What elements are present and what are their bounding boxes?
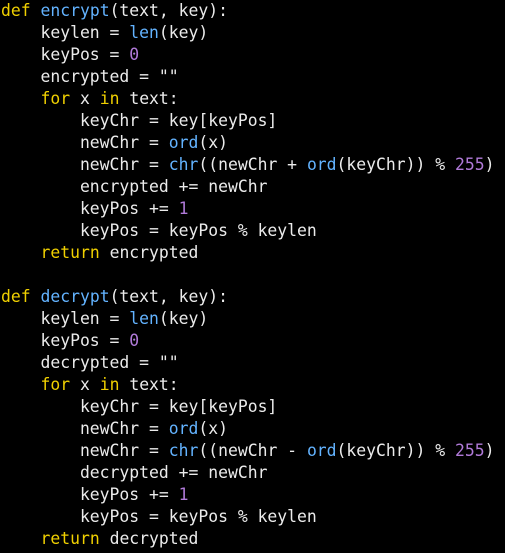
- number-token: 255: [454, 155, 485, 174]
- code-line[interactable]: ​: [0, 264, 505, 286]
- code-text: encrypted = "": [1, 67, 179, 86]
- code-line[interactable]: newChr = chr((newChr + ord(keyChr)) % 25…: [0, 154, 505, 176]
- code-line[interactable]: for x in text:: [0, 88, 505, 110]
- builtin-token: ord: [306, 441, 337, 460]
- code-text: keylen =: [1, 309, 130, 328]
- code-text: ): [484, 441, 495, 460]
- code-text: newChr =: [1, 419, 169, 438]
- keyword-token: in: [99, 89, 120, 108]
- number-token: 0: [129, 45, 140, 64]
- code-line[interactable]: keylen = len(key): [0, 308, 505, 330]
- code-text: (key): [158, 23, 209, 42]
- builtin-token: chr: [168, 441, 199, 460]
- code-line[interactable]: decrypted = "": [0, 352, 505, 374]
- code-editor[interactable]: def encrypt(text, key): keylen = len(key…: [0, 0, 505, 553]
- code-line[interactable]: keyPos = keyPos % keylen: [0, 220, 505, 242]
- code-text: ): [484, 155, 495, 174]
- code-line[interactable]: keyPos += 1: [0, 484, 505, 506]
- keyword-token: def: [1, 1, 31, 20]
- code-line[interactable]: return decrypted: [0, 528, 505, 550]
- code-line[interactable]: keyChr = key[keyPos]: [0, 396, 505, 418]
- builtin-token: len: [129, 309, 159, 328]
- code-text: newChr =: [1, 155, 169, 174]
- keyword-token: in: [99, 375, 120, 394]
- code-line[interactable]: newChr = ord(x): [0, 418, 505, 440]
- builtin-token: ord: [306, 155, 337, 174]
- code-text: (x): [198, 133, 228, 152]
- number-token: 0: [129, 331, 140, 350]
- code-text: decrypted: [99, 529, 199, 548]
- code-text: keyPos +=: [1, 485, 179, 504]
- code-line[interactable]: decrypted += newChr: [0, 462, 505, 484]
- code-line[interactable]: keyChr = key[keyPos]: [0, 110, 505, 132]
- code-text: (text, key):: [109, 287, 228, 306]
- keyword-token: return: [40, 243, 100, 262]
- keyword-token: for: [40, 375, 71, 394]
- code-line[interactable]: keyPos = 0: [0, 44, 505, 66]
- code-text: keyPos = keyPos % keylen: [1, 507, 317, 526]
- code-text: keyPos =: [1, 45, 130, 64]
- code-line[interactable]: keyPos = 0: [0, 330, 505, 352]
- code-text: ((newChr -: [198, 441, 307, 460]
- builtin-token: ord: [168, 419, 199, 438]
- code-text: newChr =: [1, 133, 169, 152]
- code-text: (text, key):: [109, 1, 228, 20]
- number-token: 1: [178, 199, 189, 218]
- code-text: decrypted = "": [1, 353, 179, 372]
- code-text: newChr =: [1, 441, 169, 460]
- code-text: encrypted += newChr: [1, 177, 268, 196]
- code-line[interactable]: encrypted = "": [0, 66, 505, 88]
- code-text: decrypted += newChr: [1, 463, 268, 482]
- code-line[interactable]: def decrypt(text, key):: [0, 286, 505, 308]
- code-text: (keyChr)) %: [336, 441, 455, 460]
- number-token: 255: [454, 441, 485, 460]
- builtin-token: len: [129, 23, 159, 42]
- code-text: keyPos =: [1, 331, 130, 350]
- number-token: 1: [178, 485, 189, 504]
- code-text: x: [70, 89, 100, 108]
- code-text: keylen =: [1, 23, 130, 42]
- code-text: keyPos +=: [1, 199, 179, 218]
- keyword-token: def: [1, 287, 31, 306]
- keyword-token: return: [40, 529, 100, 548]
- code-text: keyChr = key[keyPos]: [1, 397, 278, 416]
- keyword-token: for: [40, 89, 71, 108]
- code-line[interactable]: keyPos = keyPos % keylen: [0, 506, 505, 528]
- code-line[interactable]: encrypted += newChr: [0, 176, 505, 198]
- code-text: text:: [119, 375, 179, 394]
- code-text: (keyChr)) %: [336, 155, 455, 174]
- code-text: ((newChr +: [198, 155, 307, 174]
- builtin-token: chr: [168, 155, 199, 174]
- code-line[interactable]: newChr = chr((newChr - ord(keyChr)) % 25…: [0, 440, 505, 462]
- code-text: encrypted: [99, 243, 199, 262]
- function-name-token: encrypt: [40, 1, 110, 20]
- code-line[interactable]: newChr = ord(x): [0, 132, 505, 154]
- code-text: (x): [198, 419, 228, 438]
- code-line[interactable]: keyPos += 1: [0, 198, 505, 220]
- code-line[interactable]: def encrypt(text, key):: [0, 0, 505, 22]
- code-text: x: [70, 375, 100, 394]
- code-text: keyPos = keyPos % keylen: [1, 221, 317, 240]
- code-line[interactable]: return encrypted: [0, 242, 505, 264]
- code-text: keyChr = key[keyPos]: [1, 111, 278, 130]
- code-line[interactable]: keylen = len(key): [0, 22, 505, 44]
- builtin-token: ord: [168, 133, 199, 152]
- code-text: (key): [158, 309, 209, 328]
- code-text: text:: [119, 89, 179, 108]
- function-name-token: decrypt: [40, 287, 110, 306]
- code-line[interactable]: for x in text:: [0, 374, 505, 396]
